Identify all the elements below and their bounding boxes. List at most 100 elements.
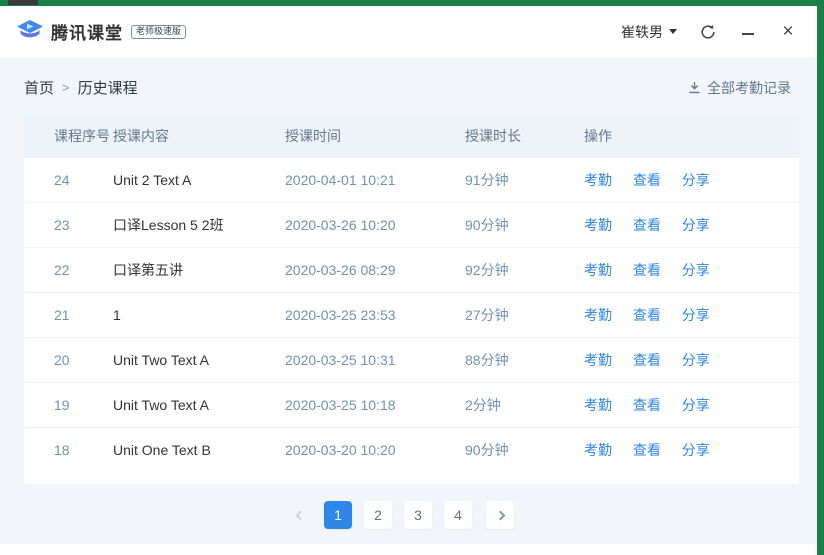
table-header-row: 课程序号 授课内容 授课时间 授课时长 操作 — [24, 115, 799, 157]
cell-duration: 90分钟 — [465, 202, 584, 247]
view-link[interactable]: 查看 — [633, 442, 661, 458]
page-button-3[interactable]: 3 — [404, 501, 432, 529]
share-link[interactable]: 分享 — [682, 217, 710, 233]
page-button-1[interactable]: 1 — [324, 501, 352, 529]
table-row: 23 口译Lesson 5 2班 2020-03-26 10:20 90分钟 考… — [24, 202, 799, 247]
view-link[interactable]: 查看 — [633, 262, 661, 278]
cell-course-no: 18 — [24, 427, 113, 472]
cell-time: 2020-03-26 08:29 — [285, 247, 465, 292]
header-actions: 操作 — [584, 115, 799, 157]
attendance-link[interactable]: 考勤 — [584, 397, 612, 413]
cell-duration: 88分钟 — [465, 337, 584, 382]
attendance-link[interactable]: 考勤 — [584, 307, 612, 323]
cell-course-no: 21 — [24, 292, 113, 337]
download-icon — [688, 81, 701, 94]
share-link[interactable]: 分享 — [682, 397, 710, 413]
view-link[interactable]: 查看 — [633, 352, 661, 368]
view-link[interactable]: 查看 — [633, 307, 661, 323]
minimize-icon — [742, 33, 754, 35]
header-duration: 授课时长 — [465, 115, 584, 157]
pagination: 1 2 3 4 — [0, 501, 817, 529]
cell-actions: 考勤 查看 分享 — [584, 427, 799, 472]
minimize-button[interactable] — [739, 23, 757, 41]
share-link[interactable]: 分享 — [682, 262, 710, 278]
chevron-right-icon — [495, 510, 505, 520]
header-course-no: 课程序号 — [24, 115, 113, 157]
cell-course-no: 20 — [24, 337, 113, 382]
cell-course-no: 22 — [24, 247, 113, 292]
cell-actions: 考勤 查看 分享 — [584, 292, 799, 337]
cell-actions: 考勤 查看 分享 — [584, 202, 799, 247]
chevron-left-icon — [296, 510, 306, 520]
attendance-link[interactable]: 考勤 — [584, 352, 612, 368]
view-link[interactable]: 查看 — [633, 217, 661, 233]
attendance-link[interactable]: 考勤 — [584, 262, 612, 278]
cell-time: 2020-03-20 10:20 — [285, 427, 465, 472]
cell-actions: 考勤 查看 分享 — [584, 247, 799, 292]
header-content: 授课内容 — [113, 115, 285, 157]
cell-content: Unit One Text B — [113, 427, 285, 472]
course-table: 课程序号 授课内容 授课时间 授课时长 操作 24 Unit 2 Text A … — [24, 115, 799, 472]
table-body: 24 Unit 2 Text A 2020-04-01 10:21 91分钟 考… — [24, 157, 799, 472]
table-row: 20 Unit Two Text A 2020-03-25 10:31 88分钟… — [24, 337, 799, 382]
table-row: 19 Unit Two Text A 2020-03-25 10:18 2分钟 … — [24, 382, 799, 427]
background-window-right-edge — [817, 0, 824, 555]
next-page-button[interactable] — [486, 501, 514, 529]
cell-content: 口译Lesson 5 2班 — [113, 202, 285, 247]
cell-time: 2020-04-01 10:21 — [285, 157, 465, 202]
cell-actions: 考勤 查看 分享 — [584, 382, 799, 427]
user-name: 崔轶男 — [621, 22, 663, 42]
cell-time: 2020-03-25 23:53 — [285, 292, 465, 337]
course-table-card: 课程序号 授课内容 授课时间 授课时长 操作 24 Unit 2 Text A … — [24, 115, 799, 484]
cell-content: Unit Two Text A — [113, 337, 285, 382]
view-link[interactable]: 查看 — [633, 397, 661, 413]
cell-duration: 2分钟 — [465, 382, 584, 427]
cell-time: 2020-03-25 10:18 — [285, 382, 465, 427]
page-button-2[interactable]: 2 — [364, 501, 392, 529]
main-content: 首页 > 历史课程 全部考勤记录 课程序号 授课内容 授课时间 — [0, 57, 817, 544]
close-button[interactable]: × — [779, 23, 797, 41]
app-window: 腾讯课堂 老师极速版 崔轶男 × 首页 — [0, 6, 817, 555]
caret-down-icon — [669, 29, 677, 34]
cell-course-no: 23 — [24, 202, 113, 247]
breadcrumb-separator: > — [62, 80, 70, 95]
cell-actions: 考勤 查看 分享 — [584, 157, 799, 202]
all-attendance-records-link[interactable]: 全部考勤记录 — [688, 78, 791, 98]
share-link[interactable]: 分享 — [682, 307, 710, 323]
breadcrumb-home[interactable]: 首页 — [24, 77, 54, 98]
refresh-icon — [700, 24, 716, 40]
cell-course-no: 19 — [24, 382, 113, 427]
background-window-fragment — [8, 0, 38, 5]
cell-time: 2020-03-26 10:20 — [285, 202, 465, 247]
refresh-button[interactable] — [699, 23, 717, 41]
table-row: 24 Unit 2 Text A 2020-04-01 10:21 91分钟 考… — [24, 157, 799, 202]
attendance-link[interactable]: 考勤 — [584, 217, 612, 233]
share-link[interactable]: 分享 — [682, 172, 710, 188]
cell-duration: 27分钟 — [465, 292, 584, 337]
breadcrumb-current: 历史课程 — [78, 77, 138, 98]
cell-content: Unit 2 Text A — [113, 157, 285, 202]
brand: 腾讯课堂 老师极速版 — [17, 19, 186, 44]
page-button-4[interactable]: 4 — [444, 501, 472, 529]
table-row: 18 Unit One Text B 2020-03-20 10:20 90分钟… — [24, 427, 799, 472]
close-icon: × — [782, 22, 793, 41]
share-link[interactable]: 分享 — [682, 352, 710, 368]
cell-time: 2020-03-25 10:31 — [285, 337, 465, 382]
cell-course-no: 24 — [24, 157, 113, 202]
cell-duration: 90分钟 — [465, 427, 584, 472]
cell-duration: 92分钟 — [465, 247, 584, 292]
share-link[interactable]: 分享 — [682, 442, 710, 458]
user-menu[interactable]: 崔轶男 — [621, 22, 677, 42]
attendance-link[interactable]: 考勤 — [584, 172, 612, 188]
table-row: 21 1 2020-03-25 23:53 27分钟 考勤 查看 分享 — [24, 292, 799, 337]
view-link[interactable]: 查看 — [633, 172, 661, 188]
cell-content: Unit Two Text A — [113, 382, 285, 427]
breadcrumb: 首页 > 历史课程 — [24, 77, 138, 98]
all-attendance-records-label: 全部考勤记录 — [707, 78, 791, 98]
edition-badge: 老师极速版 — [131, 25, 186, 39]
app-title: 腾讯课堂 — [51, 19, 123, 44]
prev-page-button[interactable] — [297, 512, 304, 519]
header-time: 授课时间 — [285, 115, 465, 157]
attendance-link[interactable]: 考勤 — [584, 442, 612, 458]
tencent-classroom-logo-icon — [17, 20, 43, 43]
